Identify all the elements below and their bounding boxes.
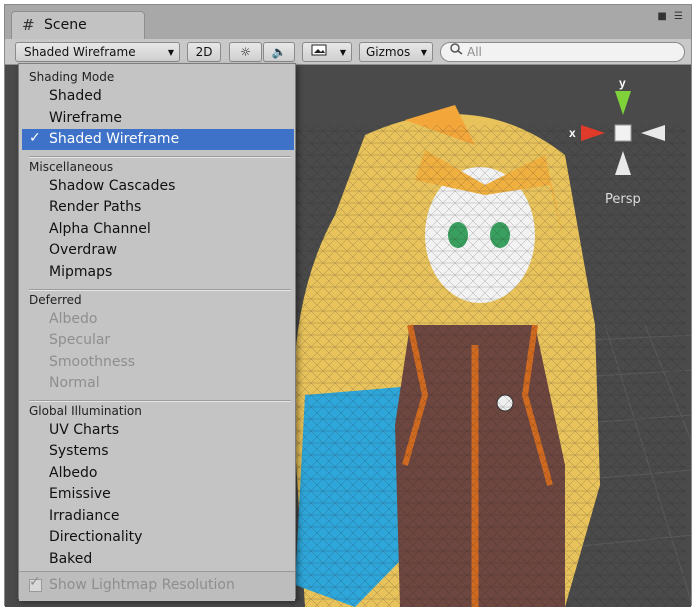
- search-placeholder: All: [467, 45, 482, 59]
- menu-item-systems[interactable]: Systems: [49, 443, 109, 459]
- menu-item-shaded[interactable]: Shaded: [49, 88, 102, 104]
- menu-item-render-paths[interactable]: Render Paths: [49, 199, 141, 215]
- scene-window: # Scene ■ ☰ Shaded Wireframe ▼ 2D ☼ 🔈 ▼ …: [4, 4, 692, 607]
- lightmap-option-label: Show Lightmap Resolution: [49, 577, 235, 593]
- axis-x-label: x: [569, 126, 576, 140]
- draw-mode-dropdown[interactable]: Shaded Wireframe ▼: [15, 42, 180, 62]
- chevron-down-icon: ▼: [339, 48, 346, 57]
- search-icon: [449, 42, 465, 61]
- menu-item-gi-albedo[interactable]: Albedo: [49, 465, 97, 481]
- draw-mode-menu: Shading Mode Shaded Wireframe ✓ Shaded W…: [18, 63, 296, 601]
- lightmap-resolution-option[interactable]: ✓ Show Lightmap Resolution: [19, 571, 295, 601]
- menu-item-shadow-cascades[interactable]: Shadow Cascades: [49, 178, 175, 194]
- maximize-icon[interactable]: ■: [657, 11, 666, 22]
- menu-item-wireframe[interactable]: Wireframe: [49, 110, 122, 126]
- menu-separator: [29, 400, 291, 402]
- menu-item-directionality[interactable]: Directionality: [49, 529, 142, 545]
- tab-label: Scene: [44, 17, 87, 33]
- menu-item-alpha-channel[interactable]: Alpha Channel: [49, 221, 151, 237]
- checkmark-icon: ✓: [29, 130, 41, 146]
- menu-separator: [29, 289, 291, 291]
- speaker-icon: 🔈: [271, 45, 287, 59]
- menu-item-specular: Specular: [49, 332, 111, 348]
- window-controls[interactable]: ■ ☰: [657, 11, 683, 22]
- menu-header-miscellaneous: Miscellaneous: [29, 160, 114, 174]
- tab-scene[interactable]: # Scene: [11, 11, 145, 41]
- character-model: [285, 105, 685, 607]
- chevron-down-icon: ▼: [420, 48, 427, 57]
- sun-icon: ☼: [240, 45, 251, 59]
- menu-header-shading: Shading Mode: [29, 70, 115, 84]
- menu-item-irradiance[interactable]: Irradiance: [49, 508, 120, 524]
- title-bar: # Scene ■ ☰: [5, 5, 691, 41]
- lighting-toggle-button[interactable]: ☼: [229, 42, 262, 62]
- image-icon: [311, 43, 327, 62]
- draw-mode-label: Shaded Wireframe: [24, 45, 136, 59]
- menu-item-mipmaps[interactable]: Mipmaps: [49, 264, 112, 280]
- gizmos-label: Gizmos: [366, 45, 411, 59]
- menu-header-global-illumination: Global Illumination: [29, 404, 142, 418]
- menu-item-overdraw[interactable]: Overdraw: [49, 242, 117, 258]
- chevron-down-icon: ▼: [167, 48, 174, 57]
- checkmark-icon: ✓: [29, 574, 41, 590]
- audio-toggle-button[interactable]: 🔈: [263, 42, 295, 62]
- projection-label[interactable]: Persp: [605, 192, 641, 207]
- axis-y-label: y: [619, 76, 626, 90]
- gizmos-dropdown[interactable]: Gizmos ▼: [359, 42, 433, 62]
- menu-item-emissive[interactable]: Emissive: [49, 486, 111, 502]
- menu-separator: [29, 156, 291, 158]
- menu-header-deferred: Deferred: [29, 293, 82, 307]
- menu-item-baked[interactable]: Baked: [49, 551, 92, 567]
- menu-item-smoothness: Smoothness: [49, 354, 136, 370]
- effects-dropdown[interactable]: ▼: [302, 42, 352, 62]
- tab-menu-icon[interactable]: ☰: [674, 11, 683, 22]
- search-input[interactable]: All: [440, 42, 685, 62]
- menu-item-shaded-wireframe[interactable]: Shaded Wireframe: [49, 131, 179, 147]
- scene-hash-icon: #: [22, 16, 35, 34]
- 2d-toggle-button[interactable]: 2D: [187, 42, 221, 62]
- menu-item-uv-charts[interactable]: UV Charts: [49, 422, 119, 438]
- scene-toolbar: Shaded Wireframe ▼ 2D ☼ 🔈 ▼ Gizmos ▼ All: [5, 39, 691, 65]
- menu-item-deferred-albedo: Albedo: [49, 311, 98, 327]
- menu-item-normal: Normal: [49, 375, 100, 391]
